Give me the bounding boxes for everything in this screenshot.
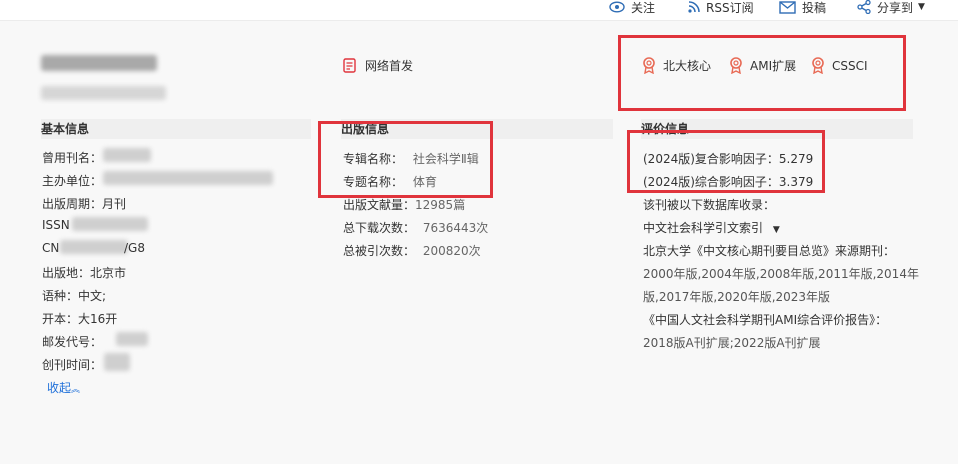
pku-years-line1: 2000年版,2004年版,2008年版,2011年版,2014年 xyxy=(643,267,919,281)
sponsor-label: 主办单位： xyxy=(42,174,103,188)
follow-label: 关注 xyxy=(631,0,656,15)
ami-years: 2018版A刊扩展;2022版A刊扩展 xyxy=(643,336,821,350)
sponsor-redacted xyxy=(103,171,273,185)
place-value: 北京市 xyxy=(90,266,127,280)
place-label: 出版地： xyxy=(42,266,91,280)
founded-label: 创刊时间： xyxy=(42,358,103,372)
highlight-box-badges xyxy=(618,35,906,111)
postal-label: 邮发代号： xyxy=(42,335,103,349)
share-label: 分享到 xyxy=(877,0,914,15)
submit-button[interactable]: 投稿 xyxy=(779,0,826,15)
docs-value: 12985篇 xyxy=(415,198,466,212)
eye-icon xyxy=(609,1,625,13)
chevron-down-icon: ▼ xyxy=(918,2,925,12)
highlight-box-publish xyxy=(318,121,493,198)
mail-icon xyxy=(779,0,796,14)
language-label: 语种： xyxy=(42,289,79,303)
cn-label: CN xyxy=(42,241,60,255)
top-toolbar: 关注 RSS订阅 投稿 分享到 ▼ xyxy=(0,0,958,20)
share-icon xyxy=(857,0,871,14)
citations-row: 总被引次数： 200820次 xyxy=(343,242,481,259)
highlight-box-impact xyxy=(627,130,825,193)
language-row: 语种：中文; xyxy=(42,287,106,304)
issn-label: ISSN xyxy=(42,218,70,232)
chevron-down-icon: ▼ xyxy=(772,225,780,235)
collapse-link[interactable]: 收起︽ xyxy=(47,379,80,396)
db-selected: 中文社会科学引文索引 xyxy=(643,221,764,235)
downloads-value: 7636443次 xyxy=(422,221,489,235)
basic-info-heading: 基本信息 xyxy=(41,119,311,139)
format-value: 大16开 xyxy=(78,312,118,326)
format-label: 开本： xyxy=(42,312,79,326)
divider xyxy=(0,20,958,21)
collapse-label: 收起 xyxy=(47,381,72,395)
document-icon xyxy=(343,58,356,73)
docs-label: 出版文献量： xyxy=(343,198,416,212)
former-name-label: 曾用刊名： xyxy=(42,151,103,165)
cn-redacted xyxy=(60,240,128,254)
online-first-label: 网络首发 xyxy=(365,59,414,73)
docs-row: 出版文献量：12985篇 xyxy=(343,196,465,213)
citations-label: 总被引次数： xyxy=(343,244,416,258)
cycle-label: 出版周期： xyxy=(42,197,103,211)
issn-redacted xyxy=(72,217,148,231)
cn-value-tail: /G8 xyxy=(124,241,145,255)
db-intro: 该刊被以下数据库收录： xyxy=(643,198,776,212)
journal-title-redacted xyxy=(41,55,157,71)
format-row: 开本：大16开 xyxy=(42,310,117,327)
rss-button[interactable]: RSS订阅 xyxy=(688,0,754,15)
cycle-value: 月刊 xyxy=(102,197,127,211)
share-button[interactable]: 分享到 ▼ xyxy=(857,0,925,15)
downloads-row: 总下载次数： 7636443次 xyxy=(343,219,488,236)
follow-button[interactable]: 关注 xyxy=(609,0,655,15)
ami-title: 《中国人文社会科学期刊AMI综合评价报告》： xyxy=(643,313,888,327)
journal-subtitle-redacted xyxy=(41,86,166,100)
language-value: 中文; xyxy=(78,289,107,303)
founded-redacted xyxy=(104,353,130,371)
rss-icon xyxy=(688,1,700,13)
citations-value: 200820次 xyxy=(422,244,481,258)
cycle-row: 出版周期：月刊 xyxy=(42,195,126,212)
postal-redacted xyxy=(116,332,148,346)
pku-years-line2: 版,2017年版,2020年版,2023年版 xyxy=(643,290,831,304)
place-row: 出版地：北京市 xyxy=(42,264,126,281)
submit-label: 投稿 xyxy=(802,0,827,15)
db-dropdown[interactable]: 中文社会科学引文索引 ▼ xyxy=(643,219,780,236)
pku-title: 北京大学《中文核心期刊要目总览》来源期刊： xyxy=(643,244,896,258)
chevron-up-icon: ︽ xyxy=(71,385,81,395)
former-name-redacted xyxy=(103,148,151,162)
downloads-label: 总下载次数： xyxy=(343,221,416,235)
rss-label: RSS订阅 xyxy=(706,0,754,15)
online-first-tag: 网络首发 xyxy=(343,57,413,74)
